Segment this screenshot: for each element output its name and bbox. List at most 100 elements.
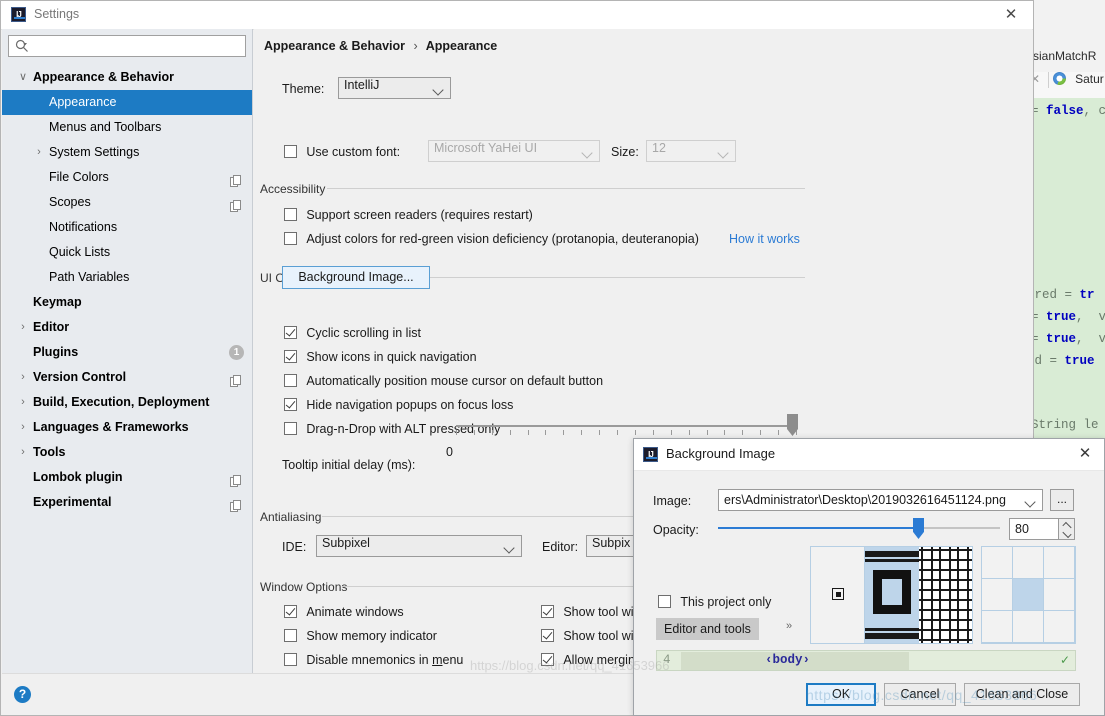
mnemonics-menu-checkbox[interactable]: Disable mnemonics in menu xyxy=(284,653,463,667)
support-screen-readers-checkbox[interactable]: Support screen readers (requires restart… xyxy=(284,208,533,222)
sidebar-item-notifications[interactable]: Notifications xyxy=(2,215,252,240)
ok-button[interactable]: OK xyxy=(806,683,876,706)
breadcrumb-root[interactable]: Appearance & Behavior xyxy=(264,39,405,53)
sidebar-item-appearance-behavior[interactable]: ∨ Appearance & Behavior xyxy=(2,65,252,90)
fill-mode-preview[interactable] xyxy=(810,546,973,644)
copy-settings-icon[interactable] xyxy=(230,371,242,387)
sidebar-item-quick-lists[interactable]: Quick Lists xyxy=(2,240,252,265)
opacity-stepper[interactable] xyxy=(1059,518,1075,540)
chevron-right-icon[interactable]: › xyxy=(16,440,30,465)
sidebar-item-menus-and-toolbars[interactable]: Menus and Toolbars xyxy=(2,115,252,140)
chevron-right-icon[interactable]: › xyxy=(16,315,30,340)
anchor-cell[interactable] xyxy=(1044,579,1075,611)
sidebar-item-file-colors[interactable]: File Colors xyxy=(2,165,252,190)
sidebar-item-build-execution-deployment[interactable]: › Build, Execution, Deployment xyxy=(2,390,252,415)
anchor-cell[interactable] xyxy=(982,579,1013,611)
sidebar-item-experimental[interactable]: Experimental xyxy=(2,490,252,515)
sidebar-item-editor[interactable]: › Editor xyxy=(2,315,252,340)
sidebar-item-system-settings[interactable]: › System Settings xyxy=(2,140,252,165)
copy-settings-icon[interactable] xyxy=(230,471,242,487)
settings-tree: ∨ Appearance & Behavior Appearance Menus an… xyxy=(2,65,252,675)
opacity-value-field[interactable]: 80 xyxy=(1009,518,1059,540)
anchor-cell[interactable] xyxy=(982,547,1013,579)
animate-windows-checkbox[interactable]: Animate windows xyxy=(284,605,404,619)
custom-font-select[interactable]: Microsoft YaHei UI xyxy=(428,140,600,162)
anchor-cell[interactable] xyxy=(1013,611,1044,643)
browse-button[interactable]: ... xyxy=(1050,489,1074,511)
ide-antialiasing-select[interactable]: Subpixel xyxy=(316,535,522,557)
dialog-close-icon[interactable]: ✕ xyxy=(1073,444,1097,464)
scope-more-icon[interactable]: » xyxy=(786,620,792,632)
sidebar-item-version-control[interactable]: › Version Control xyxy=(2,365,252,390)
show-tool-window-bars-checkbox[interactable]: Show tool wi xyxy=(541,605,634,619)
theme-label: Theme: xyxy=(282,82,325,96)
chevron-right-icon[interactable]: › xyxy=(16,390,30,415)
anchor-cell[interactable] xyxy=(982,611,1013,643)
sidebar-item-tools[interactable]: › Tools xyxy=(2,440,252,465)
preview-bar xyxy=(865,633,919,639)
use-custom-font-checkbox[interactable]: Use custom font: xyxy=(284,145,400,159)
slider-tick xyxy=(724,430,725,435)
settings-sidebar: ∨ Appearance & Behavior Appearance Menus an… xyxy=(2,29,253,675)
memory-indicator-checkbox[interactable]: Show memory indicator xyxy=(284,629,437,643)
image-path-field[interactable]: ers\Administrator\Desktop\20190326164511… xyxy=(718,489,1043,511)
help-icon[interactable]: ? xyxy=(14,686,31,703)
search-input[interactable] xyxy=(8,35,246,57)
show-icons-quick-nav-checkbox[interactable]: Show icons in quick navigation xyxy=(284,350,477,364)
tooltip-delay-min-label: 0 xyxy=(446,445,453,459)
preview-bar xyxy=(865,559,919,562)
close-icon[interactable]: ✕ xyxy=(997,5,1025,25)
anchor-cell[interactable] xyxy=(1044,547,1075,579)
stepper-down-icon[interactable] xyxy=(1062,528,1072,539)
font-size-select[interactable]: 12 xyxy=(646,140,736,162)
sidebar-item-scopes[interactable]: Scopes xyxy=(2,190,252,215)
theme-select-wrapper: IntelliJ xyxy=(338,77,451,99)
this-project-only-checkbox[interactable]: This project only xyxy=(658,595,771,609)
show-tool-window-numbers-checkbox[interactable]: Show tool wi xyxy=(541,629,634,643)
mnemonics-menu-key: m xyxy=(432,653,443,667)
anchor-cell[interactable] xyxy=(1013,547,1044,579)
theme-select[interactable]: IntelliJ xyxy=(338,77,451,99)
clean-and-close-button[interactable]: Clean and Close xyxy=(964,683,1080,706)
ide-editor-tabs[interactable]: ✕ Satur xyxy=(1025,72,1105,99)
how-it-works-link[interactable]: How it works xyxy=(729,232,800,246)
sidebar-item-label: Scopes xyxy=(49,195,91,209)
cyclic-scrolling-checkbox[interactable]: Cyclic scrolling in list xyxy=(284,326,421,340)
checkbox-box xyxy=(658,595,671,608)
copy-settings-icon[interactable] xyxy=(230,496,242,512)
sidebar-item-plugins[interactable]: Plugins 1 xyxy=(2,340,252,365)
copy-settings-icon[interactable] xyxy=(230,196,242,212)
hide-popups-checkbox[interactable]: Hide navigation popups on focus loss xyxy=(284,398,513,412)
preview-tile-mode[interactable] xyxy=(919,547,972,643)
preview-scale-mode[interactable] xyxy=(865,547,919,643)
opacity-slider-rest[interactable] xyxy=(918,527,1000,529)
anchor-cell[interactable] xyxy=(1044,611,1075,643)
background-image-button[interactable]: Background Image... xyxy=(282,266,430,289)
accessibility-group-title: Accessibility xyxy=(260,182,326,196)
ide-code-editor[interactable]: = false, c ired = tr = true, v = true, v… xyxy=(1025,98,1105,438)
sidebar-item-keymap[interactable]: Keymap xyxy=(2,290,252,315)
anchor-cell[interactable] xyxy=(1013,579,1044,611)
cancel-button[interactable]: Cancel xyxy=(884,683,956,706)
chevron-right-icon[interactable]: › xyxy=(16,365,30,390)
ide-file-tab[interactable]: AsianMatchR xyxy=(1025,46,1105,69)
chevron-right-icon[interactable]: › xyxy=(32,140,46,165)
sidebar-item-languages-frameworks[interactable]: › Languages & Frameworks xyxy=(2,415,252,440)
tooltip-delay-slider-track[interactable] xyxy=(456,425,796,427)
sidebar-item-appearance[interactable]: Appearance xyxy=(2,90,252,115)
anchor-position-grid[interactable] xyxy=(981,546,1076,644)
sidebar-item-path-variables[interactable]: Path Variables xyxy=(2,265,252,290)
scope-toggle-button[interactable]: Editor and tools xyxy=(656,618,759,640)
auto-cursor-checkbox[interactable]: Automatically position mouse cursor on d… xyxy=(284,374,603,388)
sidebar-item-lombok-plugin[interactable]: Lombok plugin xyxy=(2,465,252,490)
preview-bar xyxy=(865,551,919,557)
allow-merging-checkbox[interactable]: Allow mergin xyxy=(541,653,635,667)
adjust-colors-checkbox[interactable]: Adjust colors for red-green vision defic… xyxy=(284,232,699,246)
chevron-down-icon[interactable]: ∨ xyxy=(16,65,30,90)
chevron-down-icon[interactable] xyxy=(1024,496,1036,508)
copy-settings-icon[interactable] xyxy=(230,171,242,187)
chevron-right-icon[interactable]: › xyxy=(16,415,30,440)
preview-center-mode[interactable] xyxy=(811,547,865,643)
opacity-slider-fill[interactable] xyxy=(718,527,918,529)
checkbox-box xyxy=(284,422,297,435)
